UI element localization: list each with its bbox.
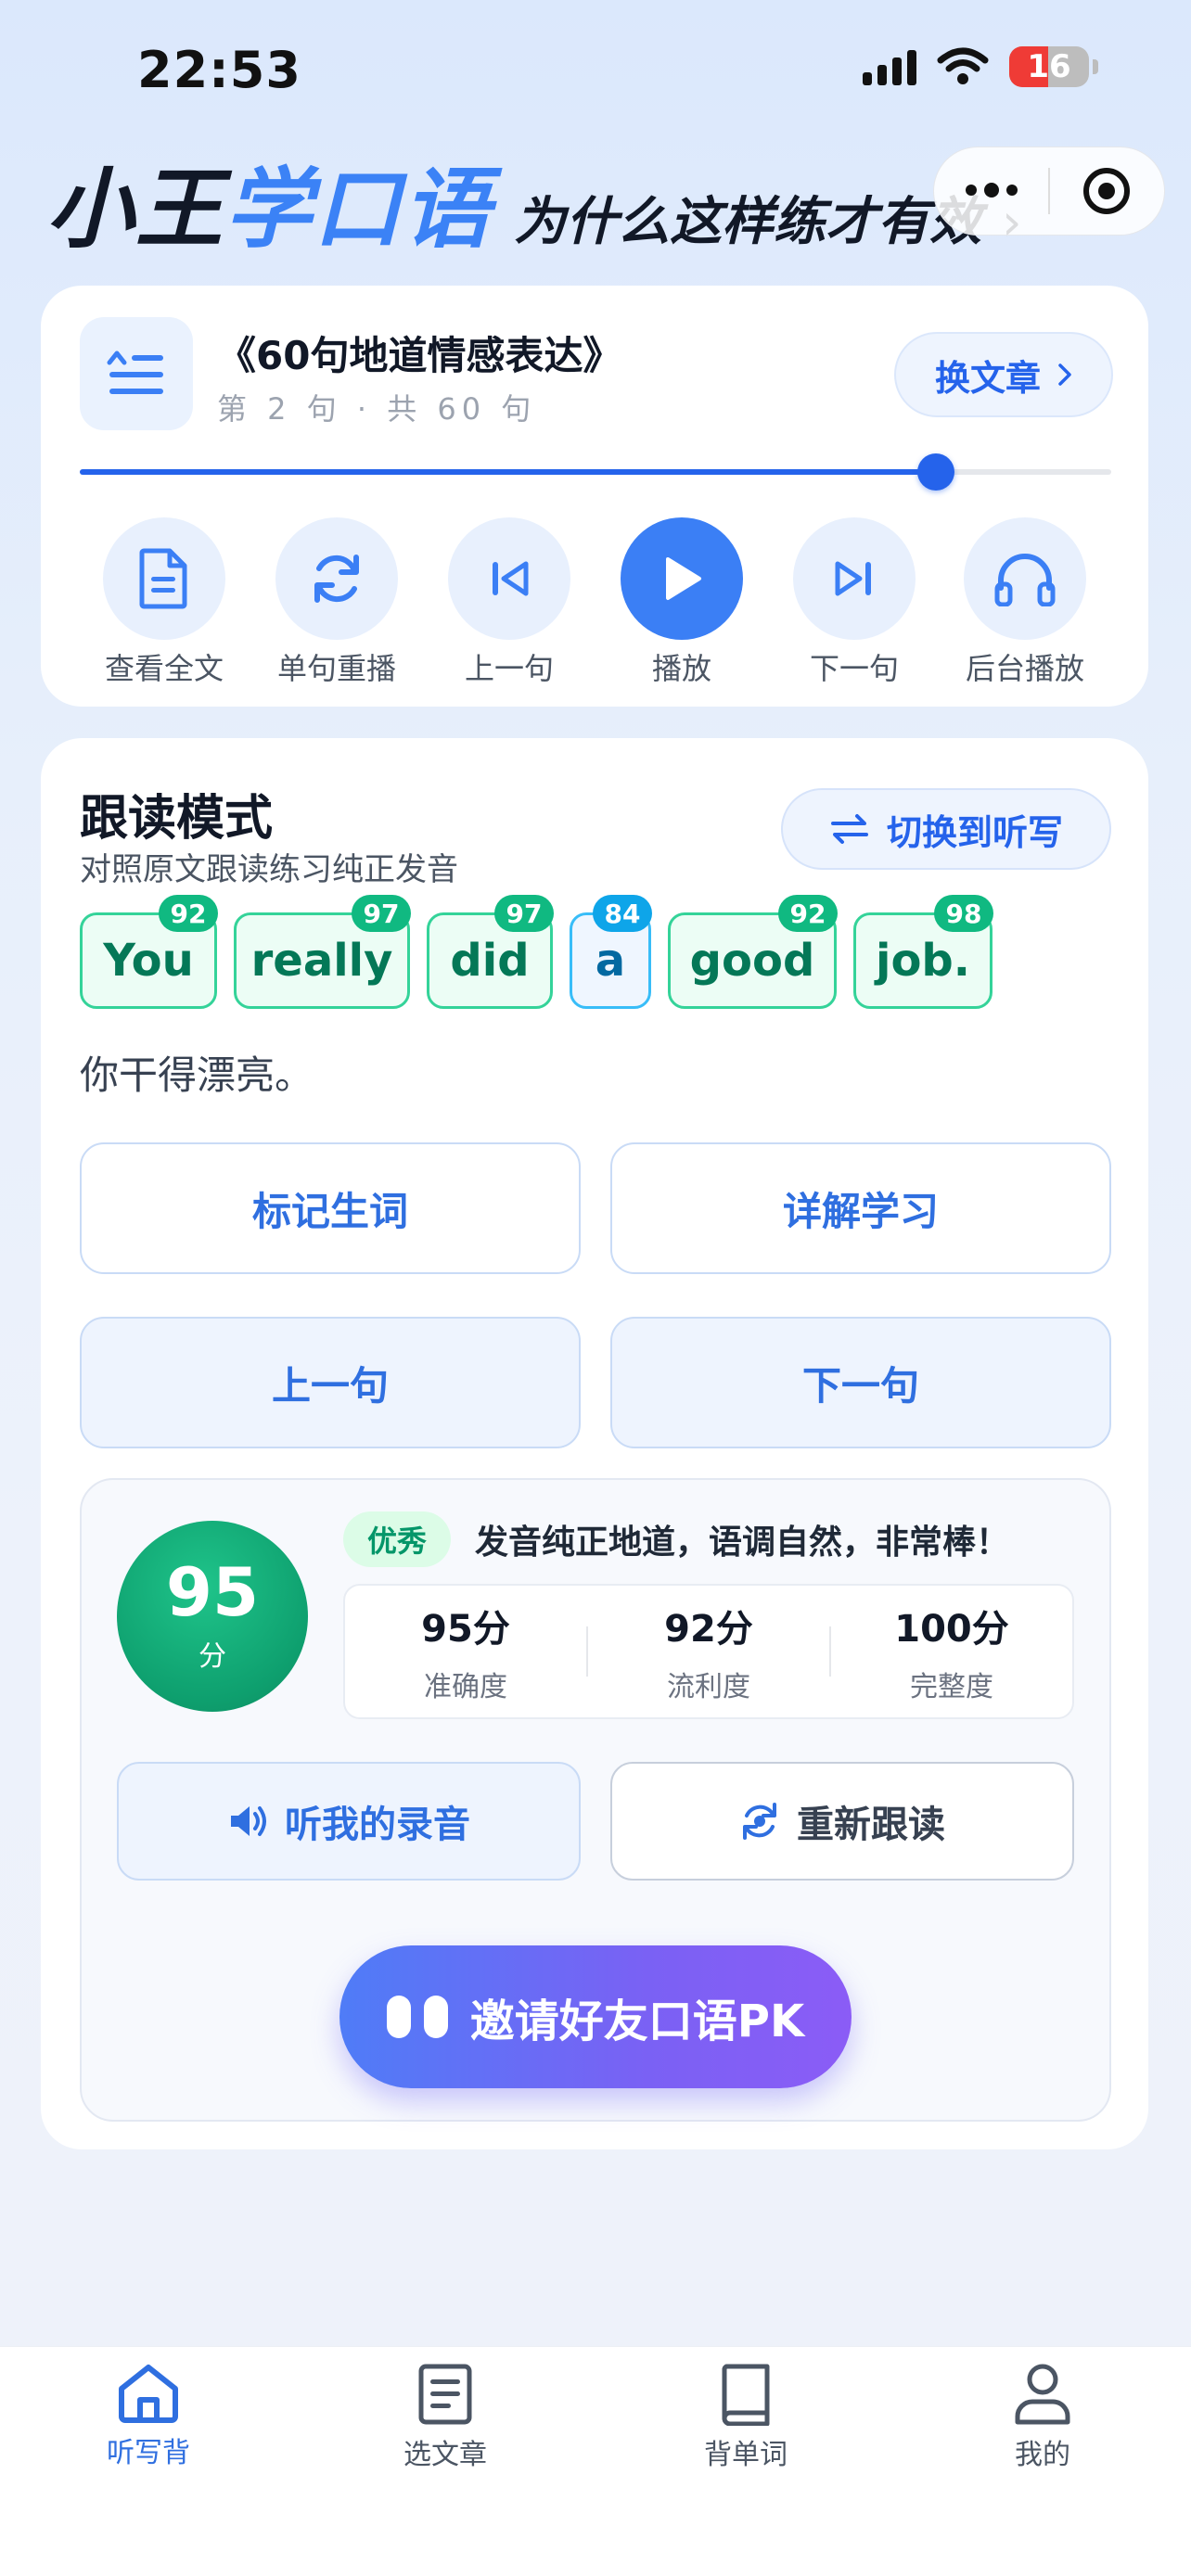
rerecord-icon — [743, 1803, 776, 1840]
repeat-icon — [314, 555, 359, 603]
listen-recording-button[interactable]: 听我的录音 — [117, 1762, 581, 1881]
swap-icon — [830, 814, 868, 844]
brand-name: 小王 — [46, 159, 225, 261]
next-sentence-button[interactable]: 下一句 — [785, 517, 924, 688]
switch-to-dictation-button[interactable]: 切换到听写 — [781, 788, 1111, 870]
close-miniprogram-button[interactable] — [1050, 147, 1164, 236]
battery-level: 16 — [1027, 48, 1071, 85]
battery-icon: 16 — [1009, 46, 1089, 87]
grade-badge: 优秀 — [343, 1511, 452, 1567]
battery-cap — [1093, 59, 1098, 74]
pk-icon — [386, 1996, 448, 2038]
invite-pk-button[interactable]: 邀请好友口语PK — [339, 1945, 852, 2088]
tab-profile[interactable]: 我的 — [950, 2363, 1135, 2472]
article-list-icon — [80, 317, 193, 430]
progress-fill — [80, 469, 936, 475]
progress-handle[interactable] — [917, 453, 954, 491]
more-button[interactable] — [934, 147, 1048, 236]
reread-button[interactable]: 重新跟读 — [610, 1762, 1074, 1881]
document-icon — [139, 548, 187, 609]
user-icon — [1015, 2364, 1070, 2425]
status-time: 22:53 — [137, 41, 301, 99]
word-chip[interactable]: really 97 — [234, 895, 411, 1009]
skip-forward-icon — [835, 561, 871, 596]
status-icons: 16 — [863, 46, 1098, 87]
play-icon — [666, 557, 701, 600]
skip-back-icon — [493, 561, 529, 596]
score-metrics: 95分 准确度 92分 流利度 100分 完整度 — [343, 1584, 1074, 1719]
word-score-badge: 97 — [352, 895, 411, 932]
word-score-badge: 92 — [159, 895, 218, 932]
play-button[interactable]: 播放 — [612, 517, 751, 688]
wifi-icon — [937, 47, 989, 84]
mode-subtitle: 对照原文跟读练习纯正发音 — [80, 851, 458, 888]
more-dots-icon — [965, 183, 1018, 198]
background-play-button[interactable]: 后台播放 — [955, 517, 1095, 688]
tab-dictation[interactable]: 听写背 — [56, 2363, 241, 2470]
headphones-icon — [994, 554, 1056, 606]
mode-title: 跟读模式 — [80, 791, 274, 847]
word-chip[interactable]: did 97 — [427, 895, 554, 1009]
brand-accent: 学口语 — [224, 159, 493, 261]
word-score-badge: 92 — [778, 895, 838, 932]
word-score-badge: 84 — [593, 895, 652, 932]
app-header: 小王 学口语 为什么这样练才有效 › — [46, 139, 1022, 265]
word-chip[interactable]: You 92 — [80, 895, 218, 1009]
metric-completeness: 100分 完整度 — [894, 1608, 1009, 1703]
target-icon — [1083, 168, 1131, 214]
metric-fluency: 92分 流利度 — [664, 1608, 753, 1703]
word-chip[interactable]: good 92 — [668, 895, 838, 1009]
tab-vocabulary[interactable]: 背单词 — [653, 2363, 839, 2472]
repeat-sentence-button[interactable]: 单句重播 — [267, 517, 406, 688]
tab-articles[interactable]: 选文章 — [352, 2363, 538, 2472]
why-effective-link[interactable]: 为什么这样练才有效 — [514, 180, 981, 255]
sentence-translation: 你干得漂亮。 — [80, 1052, 314, 1098]
word-chip[interactable]: a 84 — [570, 895, 652, 1009]
word-score-badge: 98 — [934, 895, 993, 932]
cellular-signal-icon — [863, 48, 916, 85]
total-score: 95 分 — [117, 1521, 308, 1712]
sentence-position: 第 2 句 · 共 60 句 — [217, 391, 537, 427]
detail-study-button[interactable]: 详解学习 — [610, 1142, 1111, 1274]
prev-sentence-button[interactable]: 上一句 — [80, 1317, 581, 1448]
word-chip[interactable]: job. 98 — [853, 895, 993, 1009]
word-score-badge: 97 — [494, 895, 554, 932]
next-sentence-text-button[interactable]: 下一句 — [610, 1317, 1111, 1448]
speaker-icon — [231, 1806, 266, 1836]
mark-new-word-button[interactable]: 标记生词 — [80, 1142, 581, 1274]
article-title: 《60句地道情感表达》 — [217, 333, 622, 378]
previous-sentence-button[interactable]: 上一句 — [440, 517, 579, 688]
document-icon — [418, 2364, 472, 2425]
metric-accuracy: 95分 准确度 — [421, 1608, 510, 1703]
score-comment: 发音纯正地道，语调自然，非常棒！ — [475, 1524, 1010, 1562]
view-full-text-button[interactable]: 查看全文 — [95, 517, 234, 688]
home-icon — [119, 2365, 178, 2423]
switch-article-button[interactable]: 换文章 — [894, 332, 1113, 417]
miniprogram-capsule — [933, 147, 1165, 236]
chevron-right-icon — [1058, 363, 1071, 386]
book-icon — [722, 2364, 770, 2426]
